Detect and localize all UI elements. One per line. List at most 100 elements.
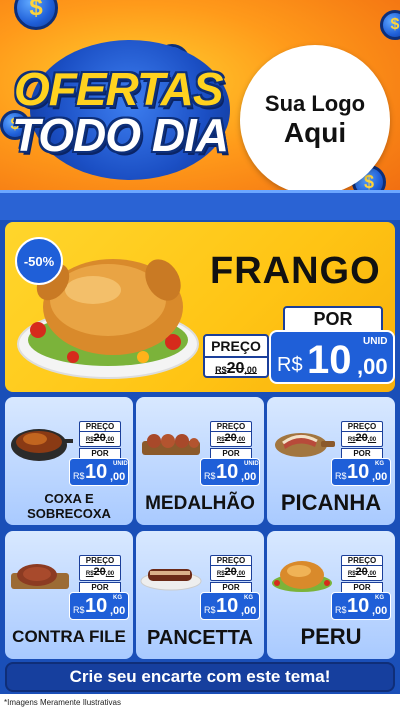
unit-label: KG	[375, 461, 384, 467]
old-price-tag: PREÇO R$20,00	[79, 555, 121, 581]
old-price-tag: PREÇO R$20,00	[79, 421, 121, 447]
old-price-tag: PREÇO R$20,00	[210, 421, 252, 447]
product-name: PICANHA	[280, 489, 382, 515]
discount-badge: -50%	[15, 237, 63, 285]
old-price: R$20,00	[342, 566, 382, 578]
old-price-int: 20	[355, 566, 368, 578]
unit-label: UNID	[113, 461, 128, 467]
product-card[interactable]: PREÇO R$20,00 POR R$ 10 KG ,00 CONTRA FILE	[5, 531, 133, 659]
product-name: PANCETTA	[147, 627, 253, 649]
price-int: 10	[347, 595, 370, 617]
preco-label: PREÇO	[342, 422, 382, 432]
old-price: R$20,00	[211, 566, 251, 578]
old-price-dec: ,00	[367, 437, 377, 443]
old-price: R$20,00	[342, 432, 382, 444]
pancetta-platter-icon	[138, 549, 204, 599]
price-currency: R$	[73, 471, 85, 481]
new-price-tag: R$ 10 KG ,00	[200, 592, 260, 620]
product-name: CONTRA FILE	[12, 627, 126, 647]
old-price-tag: PREÇO R$20,00	[203, 334, 269, 378]
new-price-tag: R$ 10 UNID ,00	[269, 330, 395, 384]
page-title-line-2: TODO DIA	[12, 109, 229, 161]
old-price-dec: ,00	[367, 571, 377, 577]
old-price-dec: ,00	[236, 571, 246, 577]
coin-icon: $	[14, 0, 58, 30]
unit-label: KG	[113, 595, 122, 601]
old-price-tag: PREÇO R$20,00	[210, 555, 252, 581]
old-price: R$20,00	[211, 432, 251, 444]
product-card[interactable]: PREÇO R$20,00 POR R$ 10 KG ,00 PANCETTA	[136, 531, 264, 659]
old-price-currency: R$	[347, 437, 356, 443]
old-price: R$20,00	[80, 432, 120, 444]
coin-icon: $	[380, 10, 400, 40]
product-card[interactable]: PREÇO R$20,00 POR R$ 10 KG ,00 PICANHA	[267, 397, 395, 525]
price-dec: ,00	[241, 471, 257, 483]
price-int: 10	[216, 595, 239, 617]
unit-label: KG	[375, 595, 384, 601]
old-price-int: 20	[93, 432, 106, 444]
unit-label: UNID	[363, 336, 388, 347]
unit-label: UNID	[244, 461, 259, 467]
product-card[interactable]: PREÇO R$20,00 POR R$ 10 UNID ,00 COXA E SOBR…	[5, 397, 133, 525]
product-card[interactable]: PREÇO R$20,00 POR R$ 10 KG ,00 PERU	[267, 531, 395, 659]
old-price-int: 20	[224, 432, 237, 444]
old-price-dec: ,00	[244, 365, 257, 375]
price-int: 10	[216, 461, 239, 483]
old-price-currency: R$	[216, 571, 225, 577]
preco-label: PREÇO	[205, 336, 267, 358]
price-currency: R$	[204, 471, 216, 481]
roast-turkey-icon	[269, 549, 335, 599]
roast-chicken-pan-icon	[7, 415, 73, 465]
price-currency: R$	[73, 605, 85, 615]
old-price-int: 20	[355, 432, 368, 444]
old-price-currency: R$	[216, 437, 225, 443]
price-dec: ,00	[372, 605, 388, 617]
preco-label: PREÇO	[80, 422, 120, 432]
new-price-currency: R$	[277, 354, 303, 376]
old-price: R$20,00	[205, 360, 267, 378]
product-card[interactable]: PREÇO R$20,00 POR R$ 10 UNID ,00 MEDALHÃO	[136, 397, 264, 525]
featured-offer[interactable]: -50% FRANGO PREÇO R$20,00 POR R$ 10 UNID…	[5, 222, 395, 392]
price-dec: ,00	[241, 605, 257, 617]
old-price-dec: ,00	[236, 437, 246, 443]
price-dec: ,00	[110, 605, 126, 617]
old-price: R$20,00	[80, 566, 120, 578]
por-label: POR	[283, 306, 383, 332]
product-grid: PREÇO R$20,00 POR R$ 10 UNID ,00 COXA E SOBR…	[5, 397, 395, 659]
old-price-int: 20	[224, 566, 237, 578]
medallion-board-icon	[138, 415, 204, 465]
cta-button[interactable]: Crie seu encarte com este tema!	[5, 662, 395, 692]
unit-label: KG	[244, 595, 253, 601]
old-price-tag: PREÇO R$20,00	[341, 555, 383, 581]
new-price-int: 10	[307, 338, 352, 382]
disclaimer-text: *Imagens Meramente Ilustrativas	[0, 694, 400, 711]
preco-label: PREÇO	[80, 556, 120, 566]
price-dec: ,00	[110, 471, 126, 483]
old-price-currency: R$	[85, 571, 94, 577]
old-price-tag: PREÇO R$20,00	[341, 421, 383, 447]
product-name: MEDALHÃO	[145, 493, 255, 515]
old-price-currency: R$	[85, 437, 94, 443]
new-price-tag: R$ 10 UNID ,00	[200, 458, 260, 486]
picanha-board-icon	[269, 415, 335, 465]
price-int: 10	[85, 595, 108, 617]
logo-text-line-1: Sua Logo	[264, 91, 366, 116]
product-name: PERU	[300, 623, 362, 649]
price-currency: R$	[335, 605, 347, 615]
logo-placeholder[interactable]: Sua Logo Aqui	[240, 45, 390, 195]
old-price-currency: R$	[347, 571, 356, 577]
preco-label: PREÇO	[342, 556, 382, 566]
preco-label: PREÇO	[211, 556, 251, 566]
new-price-tag: R$ 10 KG ,00	[331, 592, 391, 620]
old-price-currency: R$	[215, 365, 227, 375]
new-price-tag: R$ 10 KG ,00	[331, 458, 391, 486]
price-int: 10	[347, 461, 370, 483]
new-price-tag: R$ 10 KG ,00	[69, 592, 129, 620]
old-price-dec: ,00	[105, 437, 115, 443]
new-price-tag: R$ 10 UNID ,00	[69, 458, 129, 486]
header-banner: $ $ $ $ $ OFERTAS TODO DIA Sua Logo Aqui	[0, 0, 400, 205]
preco-label: PREÇO	[211, 422, 251, 432]
divider-wave	[0, 190, 400, 220]
price-currency: R$	[204, 605, 216, 615]
new-price-dec: ,00	[357, 354, 388, 379]
